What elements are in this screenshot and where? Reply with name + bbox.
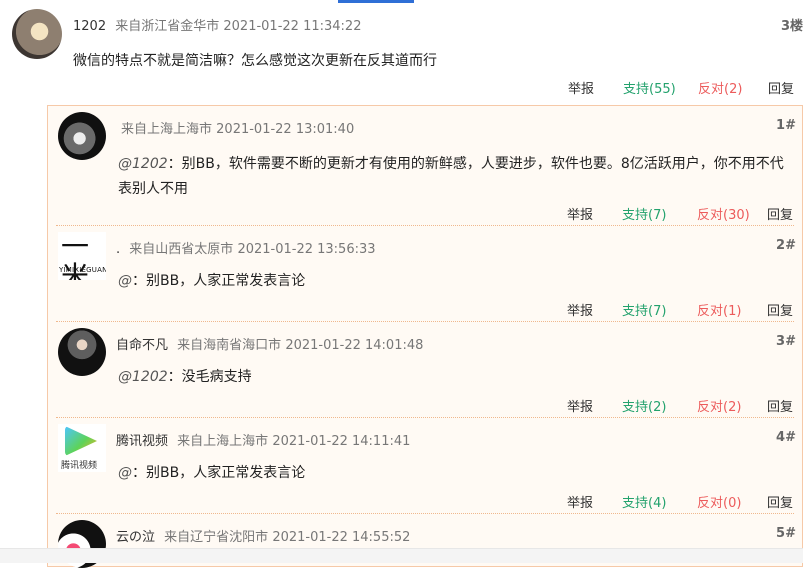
- bottom-scroll-area: [0, 548, 803, 563]
- floor-number: 3楼: [780, 19, 803, 34]
- user-avatar[interactable]: [12, 9, 62, 59]
- reply-button[interactable]: 回复: [767, 204, 793, 223]
- mention[interactable]: @1202: [118, 156, 168, 172]
- mention[interactable]: @1202: [118, 369, 168, 385]
- oppose-button[interactable]: 反对(2): [697, 396, 741, 415]
- reply-meta: 自命不凡 来自海南省海口市 2021-01-22 14:01:48: [116, 334, 423, 353]
- comment-text: 微信的特点不就是简洁嘛？怎么感觉这次更新在反其道而行: [73, 53, 437, 69]
- reply-location: 来自山西省太原市: [129, 242, 234, 257]
- avatar-logo-text: 腾讯视频: [61, 461, 98, 471]
- report-button[interactable]: 举报: [567, 204, 593, 223]
- reply-content: ：别BB，人家正常发表言论: [132, 273, 306, 289]
- reply-time: 2021-01-22 14:11:41: [272, 434, 411, 449]
- reply-meta: 腾讯视频 来自上海上海市 2021-01-22 14:11:41: [116, 430, 410, 449]
- reply-avatar[interactable]: 腾讯视频: [58, 424, 106, 472]
- reply-text: @1202：别BB，软件需要不断的更新才有使用的新鲜感，人要进步，软件也要。8亿…: [118, 152, 792, 202]
- support-button[interactable]: 支持(7): [622, 204, 666, 223]
- reply-username[interactable]: .: [116, 242, 120, 257]
- reply-button[interactable]: 回复: [767, 300, 793, 319]
- support-button[interactable]: 支持(2): [622, 396, 666, 415]
- reply-location: 来自辽宁省沈阳市: [164, 530, 269, 545]
- reply-username[interactable]: 云の泣: [116, 530, 155, 545]
- reply-button[interactable]: 回复: [767, 492, 793, 511]
- reply-floor: 1#: [776, 118, 796, 133]
- report-button[interactable]: 举报: [567, 396, 593, 415]
- comment-actions: 举报 支持(55) 反对(2) 回复: [568, 78, 803, 97]
- reply-item: 腾讯视频 腾讯视频 来自上海上海市 2021-01-22 14:11:41 4#…: [48, 418, 802, 514]
- reply-item: 自命不凡 来自海南省海口市 2021-01-22 14:01:48 3# @12…: [48, 322, 802, 418]
- play-logo-icon: [65, 426, 97, 456]
- reply-content: ：别BB，软件需要不断的更新才有使用的新鲜感，人要进步，软件也要。8亿活跃用户，…: [118, 156, 784, 197]
- reply-text: @：别BB，人家正常发表言论: [118, 269, 792, 294]
- reply-text: @：别BB，人家正常发表言论: [118, 461, 792, 486]
- reply-floor: 5#: [776, 526, 796, 541]
- reply-floor: 4#: [776, 430, 796, 445]
- reply-actions: 举报 支持(7) 反对(1) 回复: [567, 300, 802, 319]
- reply-username[interactable]: 腾讯视频: [116, 434, 168, 449]
- reply-meta: 云の泣 来自辽宁省沈阳市 2021-01-22 14:55:52: [116, 526, 410, 545]
- report-button[interactable]: 举报: [567, 492, 593, 511]
- location: 来自浙江省金华市: [115, 19, 220, 34]
- reply-meta: . 来自山西省太原市 2021-01-22 13:56:33: [116, 238, 376, 257]
- reply-actions: 举报 支持(7) 反对(30) 回复: [567, 204, 802, 223]
- main-comment: 1202 来自浙江省金华市 2021-01-22 11:34:22 3楼 微信的…: [0, 0, 803, 100]
- support-button[interactable]: 支持(7): [622, 300, 666, 319]
- reply-avatar[interactable]: 一米 YIMIXIEGUAN: [58, 232, 106, 280]
- oppose-button[interactable]: 反对(0): [697, 492, 741, 511]
- support-button[interactable]: 支持(4): [622, 492, 666, 511]
- reply-content: ：没毛病支持: [167, 369, 252, 385]
- username[interactable]: 1202: [73, 19, 106, 34]
- reply-meta: 来自上海上海市 2021-01-22 13:01:40: [116, 118, 354, 137]
- reply-item: 一米 YIMIXIEGUAN . 来自山西省太原市 2021-01-22 13:…: [48, 226, 802, 322]
- reply-button[interactable]: 回复: [768, 78, 794, 97]
- comment-meta: 1202 来自浙江省金华市 2021-01-22 11:34:22: [73, 15, 361, 34]
- reply-location: 来自上海上海市: [121, 122, 213, 137]
- oppose-button[interactable]: 反对(2): [698, 78, 742, 97]
- oppose-button[interactable]: 反对(1): [697, 300, 741, 319]
- reply-avatar[interactable]: [58, 112, 106, 160]
- mention[interactable]: @: [118, 465, 132, 481]
- mention[interactable]: @: [118, 273, 132, 289]
- reply-location: 来自海南省海口市: [177, 338, 282, 353]
- reply-thread: 来自上海上海市 2021-01-22 13:01:40 1# @1202：别BB…: [47, 105, 803, 568]
- report-button[interactable]: 举报: [567, 300, 593, 319]
- support-button[interactable]: 支持(55): [623, 78, 676, 97]
- reply-text: @1202：没毛病支持: [118, 365, 792, 390]
- reply-avatar[interactable]: [58, 328, 106, 376]
- reply-time: 2021-01-22 13:01:40: [216, 122, 355, 137]
- reply-location: 来自上海上海市: [177, 434, 269, 449]
- reply-username[interactable]: 自命不凡: [116, 338, 168, 353]
- reply-floor: 2#: [776, 238, 796, 253]
- reply-content: ：别BB，人家正常发表言论: [132, 465, 306, 481]
- reply-item: 来自上海上海市 2021-01-22 13:01:40 1# @1202：别BB…: [48, 106, 802, 223]
- reply-time: 2021-01-22 14:01:48: [285, 338, 424, 353]
- reply-time: 2021-01-22 13:56:33: [237, 242, 376, 257]
- timestamp: 2021-01-22 11:34:22: [223, 19, 362, 34]
- oppose-button[interactable]: 反对(30): [697, 204, 750, 223]
- report-button[interactable]: 举报: [568, 78, 594, 97]
- reply-button[interactable]: 回复: [767, 396, 793, 415]
- reply-time: 2021-01-22 14:55:52: [272, 530, 411, 545]
- reply-actions: 举报 支持(4) 反对(0) 回复: [567, 492, 802, 511]
- reply-floor: 3#: [776, 334, 796, 349]
- avatar-logo-subtext: YIMIXIEGUAN: [59, 266, 106, 274]
- reply-actions: 举报 支持(2) 反对(2) 回复: [567, 396, 802, 415]
